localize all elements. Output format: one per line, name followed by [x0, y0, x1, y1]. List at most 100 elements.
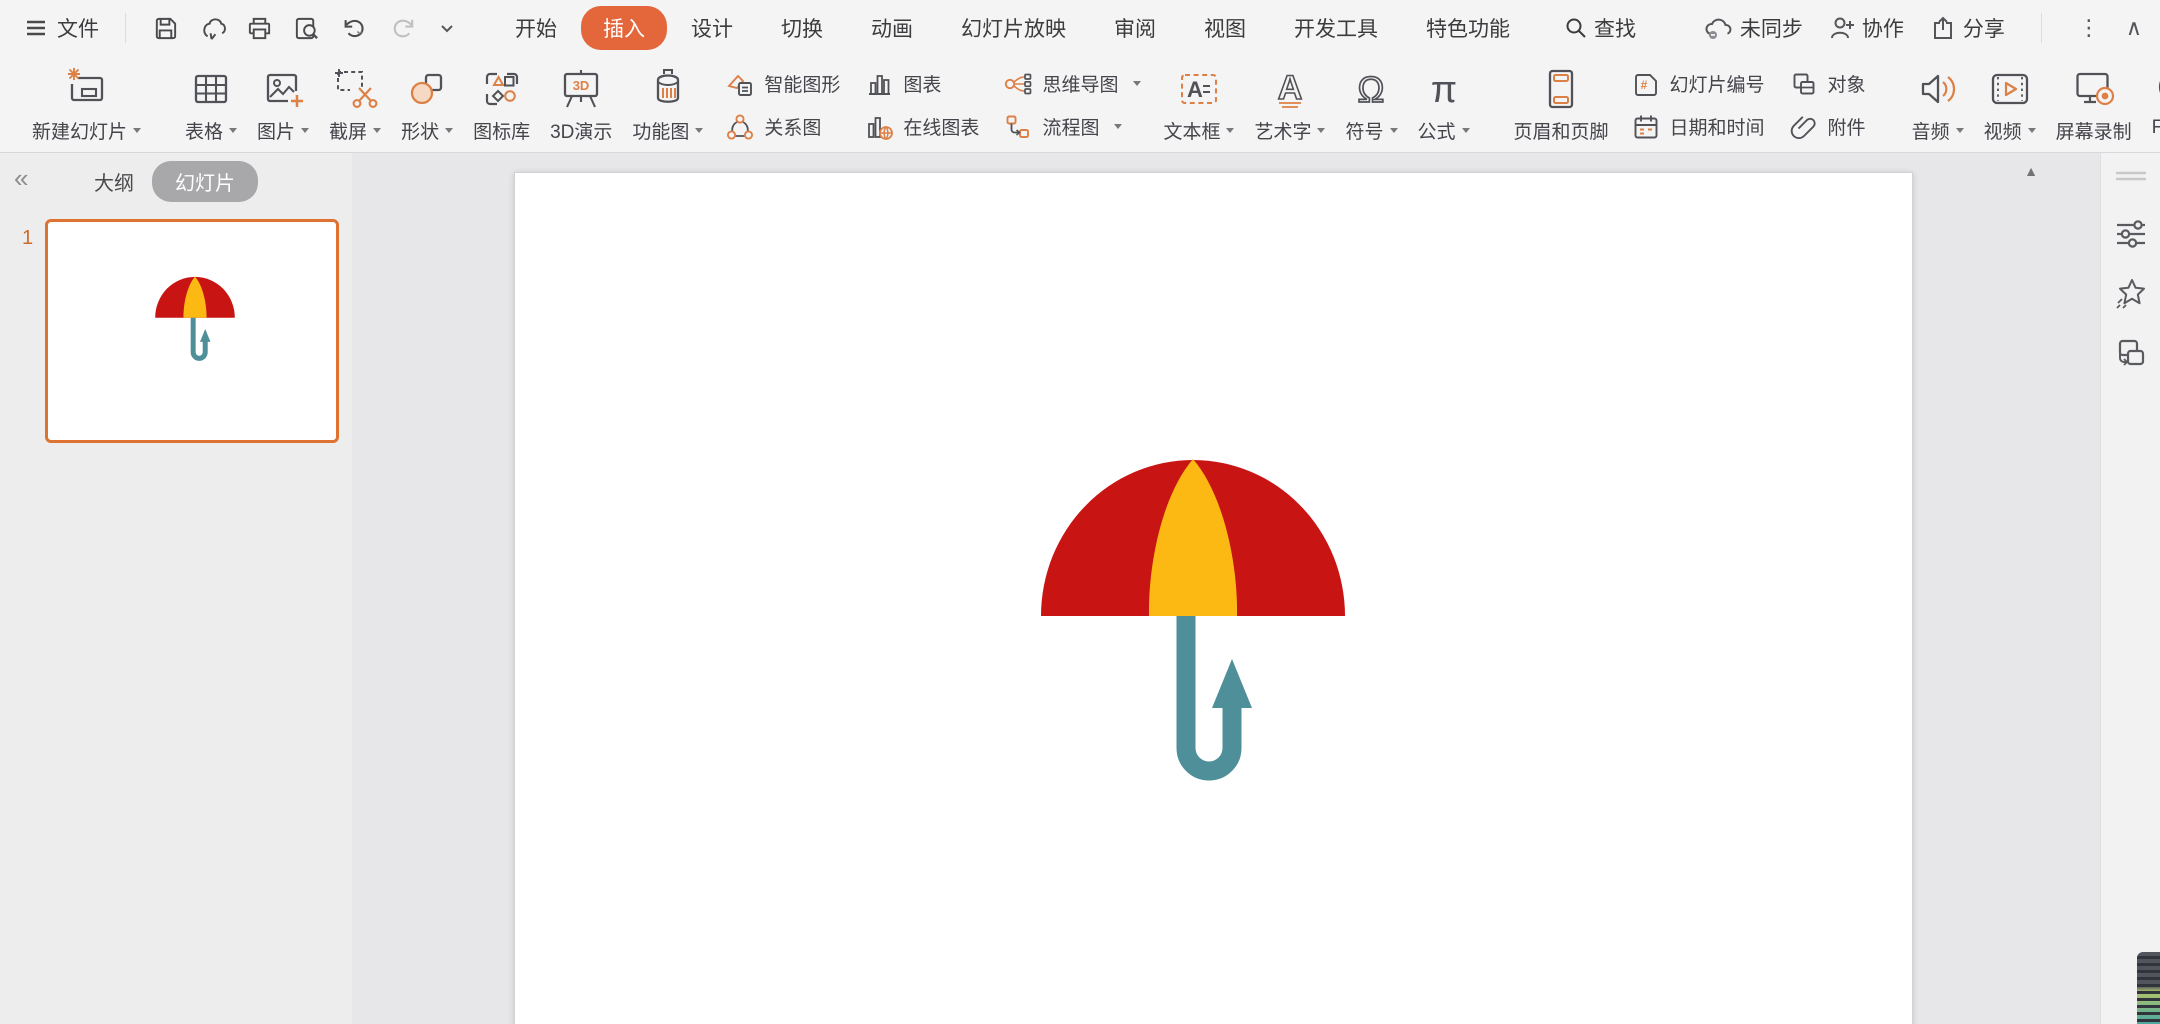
chart-label: 图表 — [903, 70, 941, 97]
omega-glyph: Ω — [1358, 69, 1385, 110]
audio-icon — [1915, 66, 1961, 112]
collaborate-button[interactable]: 协作 — [1829, 13, 1904, 43]
print-button[interactable] — [246, 15, 273, 42]
tab-insert[interactable]: 插入 — [581, 6, 667, 50]
umbrella-graphic[interactable] — [1033, 453, 1353, 785]
slide-panel: « 大纲 幻灯片 1 — [0, 153, 352, 1024]
more-menu-button[interactable]: ⋮ — [2078, 17, 2100, 39]
umbrella-graphic-thumbnail — [153, 275, 237, 362]
title-menu-bar: 文件 — [0, 0, 2160, 56]
symbol-omega-icon: Ω — [1348, 66, 1394, 112]
mindmap-icon — [1003, 69, 1033, 99]
tab-developer[interactable]: 开发工具 — [1270, 6, 1402, 50]
search-icon — [1564, 16, 1588, 40]
table-button[interactable]: 表格 — [175, 59, 247, 146]
online-chart-icon — [864, 112, 894, 142]
undo-button[interactable] — [340, 15, 370, 42]
smart-graphic-icon — [725, 69, 755, 99]
slide-number-button[interactable]: # 幻灯片编号 — [1625, 62, 1771, 105]
slide-number-label: 幻灯片编号 — [1670, 70, 1765, 97]
slide-thumbnail-number: 1 — [22, 227, 33, 250]
divider — [125, 13, 126, 43]
undo-icon — [340, 15, 370, 42]
screenshot-button[interactable]: 截屏 — [319, 59, 391, 146]
shapes-button[interactable]: 形状 — [391, 59, 463, 146]
tab-home[interactable]: 开始 — [491, 6, 581, 50]
video-button[interactable]: 视频 — [1974, 59, 2046, 146]
picture-icon — [260, 66, 306, 112]
dropdown-caret-icon — [373, 128, 381, 133]
function-chart-button[interactable]: 功能图 — [622, 59, 713, 146]
flash-label: Flash — [2152, 117, 2160, 139]
hash-glyph: # — [1640, 78, 1647, 92]
header-footer-button[interactable]: 页眉和页脚 — [1504, 59, 1619, 146]
flash-button[interactable]: F Flash — [2142, 59, 2160, 141]
slide-1-canvas[interactable] — [514, 172, 1913, 1024]
print-preview-button[interactable] — [293, 15, 320, 42]
dropdown-caret-icon — [1226, 128, 1234, 133]
symbol-label: 符号 — [1345, 117, 1383, 144]
collapse-ribbon-button[interactable]: ∧ — [2126, 17, 2142, 39]
properties-sliders-icon[interactable] — [2114, 217, 2148, 251]
datetime-icon — [1631, 112, 1661, 142]
switch-shapes-icon[interactable] — [2114, 337, 2148, 371]
textbox-button[interactable]: A 文本框 — [1153, 59, 1244, 146]
chevron-down-icon — [437, 18, 457, 38]
collapse-panel-button[interactable]: « — [14, 163, 28, 194]
slide-thumbnail[interactable] — [45, 219, 339, 443]
dropdown-caret-icon — [695, 128, 703, 133]
new-slide-button[interactable]: 新建幻灯片 — [22, 59, 151, 146]
shapes-label: 形状 — [401, 117, 439, 144]
tab-animation[interactable]: 动画 — [847, 6, 937, 50]
screen-record-button[interactable]: 屏幕录制 — [2046, 59, 2142, 146]
relation-chart-icon — [725, 112, 755, 142]
object-button[interactable]: 对象 — [1783, 62, 1872, 105]
presentation-3d-button[interactable]: 3D 3D演示 — [540, 59, 622, 146]
dropdown-caret-icon — [133, 128, 141, 133]
tab-review[interactable]: 审阅 — [1090, 6, 1180, 50]
find-button[interactable]: 查找 — [1564, 13, 1636, 43]
icon-library-button[interactable]: 图标库 — [463, 59, 540, 146]
flowchart-button[interactable]: 流程图 — [997, 105, 1147, 148]
tab-slides[interactable]: 幻灯片 — [152, 161, 258, 202]
scrollbar-up-button[interactable]: ▲ — [2024, 163, 2038, 179]
sync-status-button[interactable]: 未同步 — [1703, 13, 1803, 43]
audio-button[interactable]: 音频 — [1902, 59, 1974, 146]
smart-graphic-button[interactable]: 智能图形 — [719, 62, 846, 105]
share-button[interactable]: 分享 — [1930, 13, 2005, 43]
file-menu-button[interactable]: 文件 — [24, 13, 99, 43]
mindmap-button[interactable]: 思维导图 — [997, 62, 1147, 105]
attachment-button[interactable]: 附件 — [1783, 105, 1872, 148]
tab-slideshow[interactable]: 幻灯片放映 — [937, 6, 1090, 50]
wordart-button[interactable]: A 艺术字 — [1244, 59, 1335, 146]
datetime-button[interactable]: 日期和时间 — [1625, 105, 1771, 148]
online-chart-button[interactable]: 在线图表 — [858, 105, 985, 148]
video-label: 视频 — [1984, 117, 2022, 144]
function-chart-label: 功能图 — [632, 117, 689, 144]
chart-button[interactable]: 图表 — [858, 62, 985, 105]
picture-button[interactable]: 图片 — [247, 59, 319, 146]
effects-star-icon[interactable] — [2114, 277, 2148, 311]
panel-handle-icon[interactable] — [2114, 167, 2148, 187]
redo-button[interactable] — [390, 15, 417, 42]
screen-record-label: 屏幕录制 — [2056, 117, 2132, 144]
tab-transition[interactable]: 切换 — [757, 6, 847, 50]
umbrella-handle-arrowhead — [1212, 659, 1252, 708]
tab-outline[interactable]: 大纲 — [94, 167, 134, 196]
symbol-button[interactable]: Ω 符号 — [1335, 59, 1407, 146]
formula-button[interactable]: π 公式 — [1408, 59, 1480, 146]
screenshot-icon — [332, 66, 378, 112]
right-tool-strip — [2100, 153, 2160, 1024]
dropdown-caret-icon — [445, 128, 453, 133]
audio-label: 音频 — [1912, 117, 1950, 144]
formula-label: 公式 — [1418, 117, 1456, 144]
customize-toolbar-button[interactable] — [437, 18, 457, 38]
editing-canvas[interactable]: ▲ — [352, 153, 2100, 1024]
export-pdf-button[interactable] — [199, 15, 226, 42]
tab-design[interactable]: 设计 — [667, 6, 757, 50]
save-button[interactable] — [152, 15, 179, 42]
tab-special-features[interactable]: 特色功能 — [1402, 6, 1534, 50]
relation-chart-button[interactable]: 关系图 — [719, 105, 846, 148]
tab-view[interactable]: 视图 — [1180, 6, 1270, 50]
taskbar-widget-peek[interactable] — [2137, 952, 2160, 1024]
